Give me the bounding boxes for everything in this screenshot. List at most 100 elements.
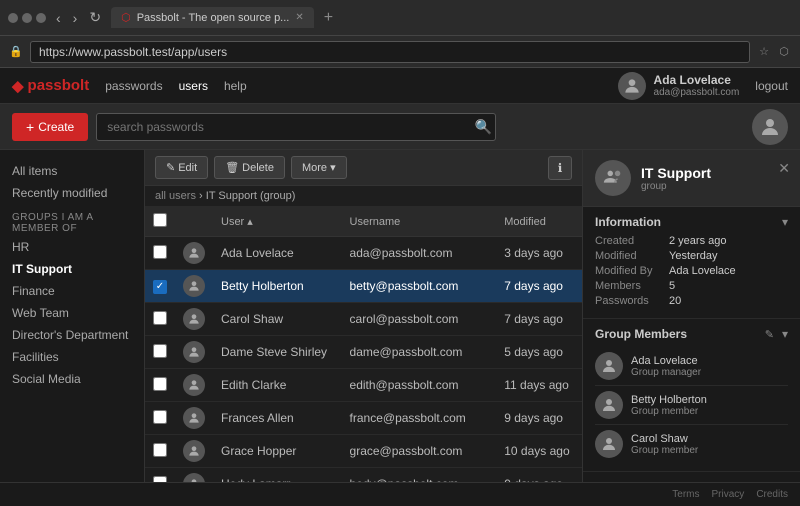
col-user[interactable]: User ▴ [213,207,342,237]
bookmark-icon[interactable]: ☆ [756,44,772,60]
table-row[interactable]: Carol Shaw carol@passbolt.com 7 days ago [145,303,582,336]
row-checkbox-cell[interactable] [145,336,175,369]
new-tab-button[interactable]: + [320,9,337,27]
more-button[interactable]: More ▾ [291,156,347,179]
browser-nav[interactable]: ‹ › ↻ [52,7,105,28]
row-name[interactable]: Hedy Lamarr [213,468,342,483]
create-label: Create [38,120,74,134]
sidebar-item-web-team[interactable]: Web Team [0,302,144,324]
row-username[interactable]: grace@passbolt.com [342,435,497,468]
breadcrumb-all-users[interactable]: all users [155,190,196,202]
col-username: Username [342,207,497,237]
footer-terms[interactable]: Terms [672,489,699,500]
row-username[interactable]: hedy@passbolt.com [342,468,497,483]
row-checkbox-cell[interactable] [145,303,175,336]
table-row[interactable]: Frances Allen france@passbolt.com 9 days… [145,402,582,435]
sidebar-item-social-media[interactable]: Social Media [0,368,144,390]
panel-title: IT Support [641,165,711,181]
row-checkbox-cell[interactable]: ✓ [145,270,175,303]
row-username[interactable]: edith@passbolt.com [342,369,497,402]
sidebar-item-facilities[interactable]: Facilities [0,346,144,368]
row-name[interactable]: Carol Shaw [213,303,342,336]
member-item[interactable]: Betty Holberton Group member [595,386,788,425]
row-checkbox[interactable] [153,476,167,483]
row-username[interactable]: ada@passbolt.com [342,237,497,270]
sidebar-item-hr[interactable]: HR [0,236,144,258]
panel-section-members-header: Group Members ✎ ▾ [595,327,788,341]
row-checkbox-cell[interactable] [145,369,175,402]
row-checkbox[interactable] [153,377,167,391]
logout-button[interactable]: logout [755,79,788,93]
row-modified: 10 days ago [496,435,582,468]
row-checkbox[interactable] [153,344,167,358]
footer-privacy[interactable]: Privacy [712,489,745,500]
refresh-button[interactable]: ↻ [85,7,105,28]
delete-button[interactable]: 🗑 Delete [214,156,285,179]
table-row[interactable]: Ada Lovelace ada@passbolt.com 3 days ago [145,237,582,270]
edit-button[interactable]: ✎ Edit [155,156,208,179]
row-username[interactable]: carol@passbolt.com [342,303,497,336]
breadcrumb: all users › IT Support (group) [145,186,582,207]
members-collapse-icon[interactable]: ▾ [782,327,788,341]
extensions-icon[interactable]: ⬡ [776,44,792,60]
row-username[interactable]: betty@passbolt.com [342,270,497,303]
row-avatar-cell [175,237,213,270]
members-edit-icon[interactable]: ✎ [765,328,774,341]
sidebar-item-finance[interactable]: Finance [0,280,144,302]
table-row[interactable]: ✓ Betty Holberton betty@passbolt.com 7 d… [145,270,582,303]
row-modified: 11 days ago [496,369,582,402]
nav-help[interactable]: help [224,79,247,93]
row-checkbox[interactable] [153,245,167,259]
table-row[interactable]: Edith Clarke edith@passbolt.com 11 days … [145,369,582,402]
back-button[interactable]: ‹ [52,8,65,28]
row-checkbox-cell[interactable] [145,402,175,435]
address-bar[interactable] [30,41,750,63]
sidebar-item-directors-dept[interactable]: Director's Department [0,324,144,346]
table-row[interactable]: Grace Hopper grace@passbolt.com 10 days … [145,435,582,468]
info-button[interactable]: ℹ [548,156,572,180]
group-members-title: Group Members [595,327,687,341]
search-button[interactable]: 🔍 [475,118,492,135]
row-checkbox-cell[interactable] [145,237,175,270]
member-item[interactable]: Ada Lovelace Group manager [595,347,788,386]
modified-value: Yesterday [669,250,718,262]
row-username[interactable]: dame@passbolt.com [342,336,497,369]
table-row[interactable]: Dame Steve Shirley dame@passbolt.com 5 d… [145,336,582,369]
select-all-checkbox[interactable] [153,213,167,227]
row-name[interactable]: Grace Hopper [213,435,342,468]
row-name[interactable]: Frances Allen [213,402,342,435]
breadcrumb-group: IT Support (group) [206,190,296,202]
tab-close[interactable]: ✕ [295,12,303,23]
search-input[interactable] [96,113,496,141]
row-name[interactable]: Ada Lovelace [213,237,342,270]
row-name[interactable]: Edith Clarke [213,369,342,402]
sidebar-item-all-items[interactable]: All items [0,160,144,182]
member-name: Ada Lovelace [631,355,701,367]
right-panel: IT Support group ✕ Information ▾ Created… [582,150,800,482]
member-item[interactable]: Carol Shaw Group member [595,425,788,463]
row-name[interactable]: Dame Steve Shirley [213,336,342,369]
user-avatar-icon [187,246,201,260]
row-modified: 9 days ago [496,402,582,435]
row-checkbox[interactable] [153,311,167,325]
nav-user-avatar [618,72,646,100]
create-button[interactable]: + Create [12,113,88,141]
row-username[interactable]: france@passbolt.com [342,402,497,435]
info-collapse-icon[interactable]: ▾ [782,215,788,229]
info-passwords: Passwords 20 [595,295,788,307]
row-checkbox-cell[interactable] [145,468,175,483]
browser-tab[interactable]: ⬡ Passbolt - The open source p... ✕ [111,7,314,28]
row-checkbox[interactable] [153,410,167,424]
panel-close-button[interactable]: ✕ [778,160,790,177]
row-name[interactable]: Betty Holberton [213,270,342,303]
sidebar-item-it-support[interactable]: IT Support [0,258,144,280]
row-checkbox-cell[interactable] [145,435,175,468]
sidebar-item-recently-modified[interactable]: Recently modified [0,182,144,204]
row-checkbox[interactable] [153,443,167,457]
checked-checkbox[interactable]: ✓ [153,280,167,294]
table-row[interactable]: Hedy Lamarr hedy@passbolt.com 9 days ago [145,468,582,483]
nav-users[interactable]: users [179,79,208,93]
forward-button[interactable]: › [69,8,82,28]
footer-credits[interactable]: Credits [756,489,788,500]
nav-passwords[interactable]: passwords [105,79,162,93]
